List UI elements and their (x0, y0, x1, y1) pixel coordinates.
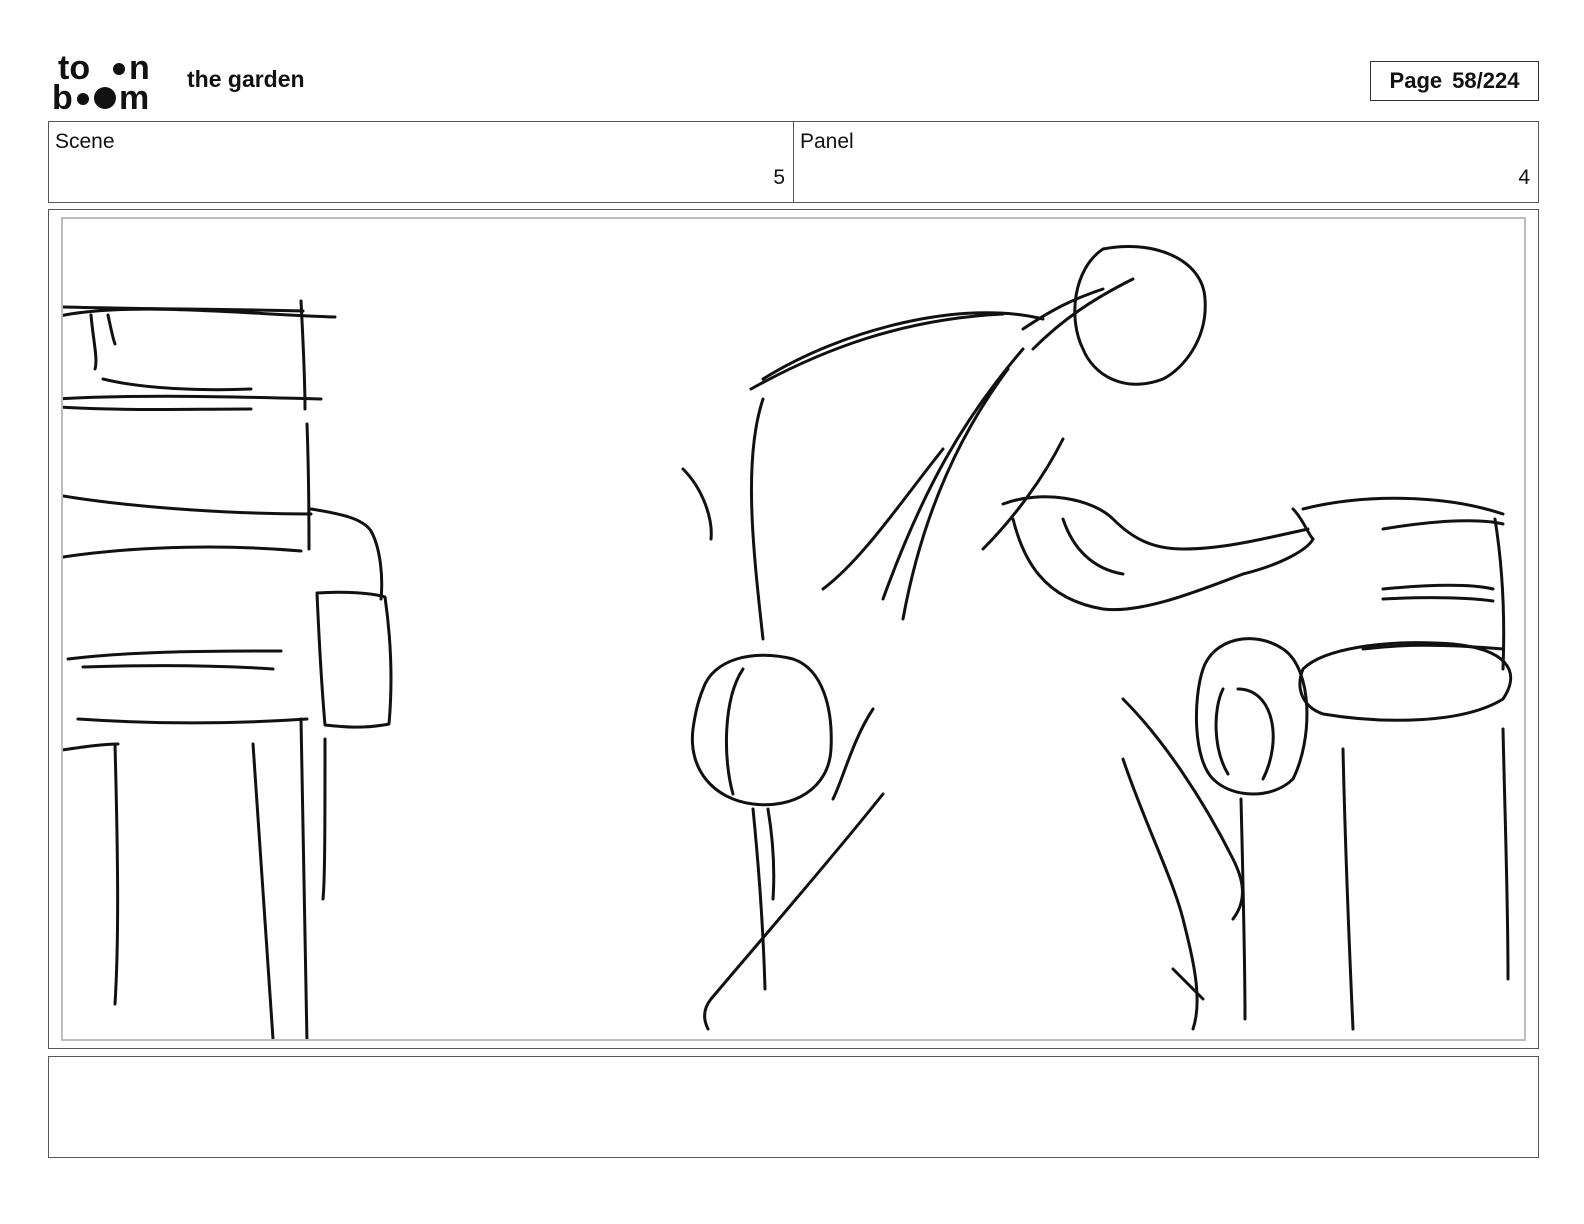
scene-value: 5 (773, 166, 785, 189)
sketch-cabinet-lines (63, 494, 313, 559)
sketch-shelf-top (63, 305, 337, 371)
page-label: Page (1389, 68, 1443, 93)
page-number: 58/224 (1452, 68, 1520, 93)
sketch-right-bin-stem (1239, 797, 1247, 1021)
sketch-pot-side (1493, 517, 1506, 671)
sketch-cabinet-handle (315, 590, 393, 729)
sketch-right-stand (1341, 727, 1510, 1031)
sketch-legs (113, 717, 327, 1039)
sketch-arm (1001, 495, 1315, 612)
sketch-cabinet-post (299, 299, 311, 551)
logo-text-m: m (119, 79, 149, 112)
scene-label: Scene (55, 130, 115, 153)
sketch-table-top (63, 742, 120, 752)
project-title: the garden (187, 66, 305, 92)
sketch-mid-stroke (681, 467, 875, 801)
storyboard-panel-frame (48, 209, 1539, 1049)
panel-notes-box (48, 1056, 1539, 1158)
toonboom-logo: to n b m (52, 49, 164, 117)
sketch-head (1073, 244, 1207, 386)
sketch-hand (1291, 507, 1315, 541)
scene-panel-info: Scene 5 Panel 4 (48, 121, 1539, 203)
sketch-pot-stack (1361, 583, 1505, 651)
sketch-left-bin-inner (724, 667, 745, 796)
sketch-pot-base (1298, 641, 1513, 722)
scene-cell: Scene 5 (49, 122, 793, 202)
sketch-diag-lines (1121, 697, 1244, 1001)
page-indicator: Page 58/224 (1370, 61, 1539, 101)
sketch-shelf-bottom (63, 377, 323, 411)
storyboard-panel-image (61, 217, 1526, 1041)
panel-label: Panel (800, 130, 854, 153)
panel-cell: Panel 4 (793, 122, 1538, 202)
sketch-torso (749, 347, 1025, 641)
sketch-lower-body (703, 757, 1199, 1031)
sketch-arm-inner (1061, 517, 1125, 576)
panel-value: 4 (1518, 166, 1530, 189)
logo-text-b: b (52, 79, 73, 112)
sketch-table-edge (76, 717, 309, 725)
sketch-right-bin (1195, 637, 1309, 796)
sketch-cabinet-side (309, 507, 384, 601)
sketch-right-bin-inner (1214, 687, 1275, 781)
sketch-drawer-line (66, 649, 283, 671)
sketch-pot-top (1301, 496, 1505, 531)
sketch-left-bin-stem (751, 807, 776, 991)
sketch-left-bin (690, 653, 833, 807)
sketch-drawing (63, 244, 1513, 1039)
